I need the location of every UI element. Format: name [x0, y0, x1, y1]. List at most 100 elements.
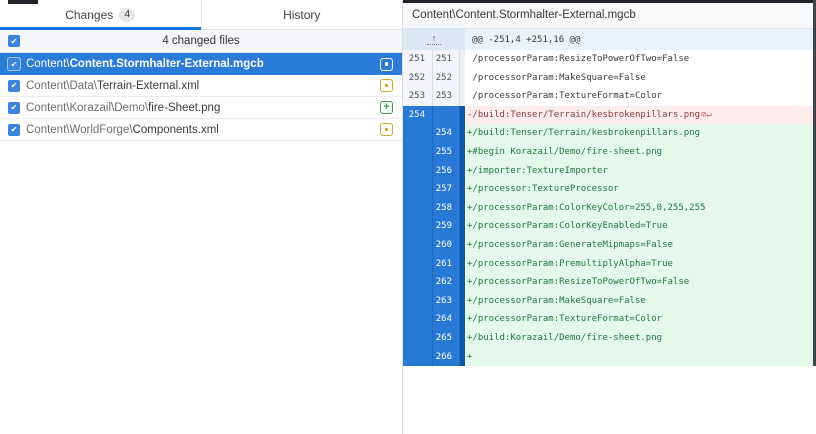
- new-line-number: 257: [433, 180, 460, 199]
- eol-markers-icon: [673, 259, 674, 269]
- code-text: +/processorParam:TextureFormat=Color: [467, 314, 662, 324]
- code-line: +/processorParam:PremultiplyAlpha=True: [465, 255, 816, 274]
- diff-line: 263 +/processorParam:MakeSquare=False: [403, 292, 816, 311]
- expand-hunk-button[interactable]: ↑: [403, 29, 465, 50]
- file-checkbox[interactable]: ✔: [8, 80, 20, 92]
- code-line: +/processorParam:GenerateMipmaps=False: [465, 236, 816, 255]
- diff-lines: 251 251 /processorParam:ResizeToPowerOfT…: [403, 50, 816, 366]
- modified-status-icon: [380, 79, 393, 92]
- file-path: Content\Data\Terrain-External.xml: [26, 80, 199, 92]
- new-line-number: 263: [433, 292, 460, 311]
- code-text: +#begin Korazail/Demo/fire-sheet.png: [467, 147, 662, 157]
- file-checkbox[interactable]: ✔: [8, 124, 20, 136]
- eol-markers-icon: [662, 91, 663, 101]
- code-text: +/processorParam:GenerateMipmaps=False: [467, 240, 673, 250]
- changed-files-count: 4 changed files: [0, 30, 402, 52]
- new-line-number: 262: [433, 273, 460, 292]
- new-line-number: 253: [433, 87, 460, 106]
- select-all-checkbox[interactable]: ✔: [8, 35, 20, 47]
- eol-markers-icon: [689, 54, 690, 64]
- changed-files-summary[interactable]: ✔ 4 changed files: [0, 30, 402, 53]
- new-line-number: 265: [433, 329, 460, 348]
- diff-line: 256 +/importer:TextureImporter: [403, 162, 816, 181]
- code-line: /processorParam:ResizeToPowerOfTwo=False: [465, 50, 816, 69]
- eol-markers-icon: [662, 314, 663, 324]
- new-line-number: [433, 106, 460, 125]
- code-text: +/processorParam:ResizeToPowerOfTwo=Fals…: [467, 277, 689, 287]
- eol-markers-icon: [705, 203, 706, 213]
- diff-line: 260 +/processorParam:GenerateMipmaps=Fal…: [403, 236, 816, 255]
- old-line-number: [403, 143, 433, 162]
- diff-line: 264 +/processorParam:TextureFormat=Color: [403, 310, 816, 329]
- old-line-number: [403, 162, 433, 181]
- eol-markers-icon: [673, 240, 674, 250]
- file-row[interactable]: ✔ Content\Content.Stormhalter-External.m…: [0, 53, 402, 75]
- new-line-number: 259: [433, 217, 460, 236]
- file-name: Terrain-External.xml: [97, 80, 199, 92]
- old-line-number: [403, 329, 433, 348]
- old-line-number: 252: [403, 69, 433, 88]
- old-line-number: [403, 273, 433, 292]
- tab-history-label: History: [283, 8, 320, 22]
- file-list: ✔ Content\Content.Stormhalter-External.m…: [0, 53, 402, 141]
- eol-markers-icon: [667, 221, 668, 231]
- code-text: +/processorParam:MakeSquare=False: [467, 296, 646, 306]
- eol-markers-icon: [662, 147, 663, 157]
- eol-markers-icon: [689, 277, 690, 287]
- old-line-number: [403, 255, 433, 274]
- code-line: +/build:Tenser/Terrain/kesbrokenpillars.…: [465, 124, 816, 143]
- expand-up-icon[interactable]: ↑: [427, 34, 442, 45]
- file-directory: Content\WorldForge\: [26, 124, 133, 136]
- file-name: fire-Sheet.png: [148, 102, 220, 114]
- eol-markers-icon: [662, 333, 663, 343]
- tab-changes[interactable]: Changes 4: [0, 0, 201, 29]
- eol-markers-icon: [608, 166, 609, 176]
- file-directory: Content\: [26, 58, 69, 70]
- file-checkbox[interactable]: ✔: [8, 58, 20, 70]
- code-line: +/processorParam:ResizeToPowerOfTwo=Fals…: [465, 273, 816, 292]
- code-text: /processorParam:TextureFormat=Color: [467, 91, 662, 101]
- old-line-number: [403, 217, 433, 236]
- old-line-number: [403, 199, 433, 218]
- changes-sidebar: Changes 4 History ✔ 4 changed files ✔ Co…: [0, 0, 403, 434]
- file-name: Content.Stormhalter-External.mgcb: [69, 58, 263, 70]
- code-text: /processorParam:MakeSquare=False: [467, 73, 646, 83]
- old-line-number: [403, 236, 433, 255]
- code-text: +/processorParam:ColorKeyColor=255,0,255…: [467, 203, 705, 213]
- new-line-number: 261: [433, 255, 460, 274]
- new-line-number: 255: [433, 143, 460, 162]
- diff-line: 254 -/build:Tenser/Terrain/kesbrokenpill…: [403, 106, 816, 125]
- code-line: +/importer:TextureImporter: [465, 162, 816, 181]
- code-text: +/processorParam:ColorKeyEnabled=True: [467, 221, 667, 231]
- file-row[interactable]: ✔ Content\Data\Terrain-External.xml: [0, 75, 402, 97]
- diff-line: 265 +/build:Korazail/Demo/fire-sheet.png: [403, 329, 816, 348]
- modified-status-icon: [380, 123, 393, 136]
- diff-line: 257 +/processor:TextureProcessor: [403, 180, 816, 199]
- hunk-header-row: ↑ @@ -251,4 +251,16 @@: [403, 29, 816, 50]
- diff-line: 252 252 /processorParam:MakeSquare=False: [403, 69, 816, 88]
- code-line: +/processorParam:ColorKeyColor=255,0,255…: [465, 199, 816, 218]
- tab-bar: Changes 4 History: [0, 0, 402, 30]
- new-line-number: 251: [433, 50, 460, 69]
- scrollbar-strip[interactable]: [813, 0, 816, 366]
- old-line-number: [403, 180, 433, 199]
- code-text: +/build:Korazail/Demo/fire-sheet.png: [467, 333, 662, 343]
- file-path: Content\Korazail\Demo\fire-Sheet.png: [26, 102, 220, 114]
- diff-line: 255 +#begin Korazail/Demo/fire-sheet.png: [403, 143, 816, 162]
- tab-history[interactable]: History: [201, 0, 403, 29]
- eol-markers-icon: [619, 184, 620, 194]
- diff-line: 262 +/processorParam:ResizeToPowerOfTwo=…: [403, 273, 816, 292]
- new-line-number: 254: [433, 124, 460, 143]
- code-line: -/build:Tenser/Terrain/kesbrokenpillars.…: [465, 106, 816, 125]
- code-text: -/build:Tenser/Terrain/kesbrokenpillars.…: [467, 110, 700, 120]
- code-text: +/build:Tenser/Terrain/kesbrokenpillars.…: [467, 128, 700, 138]
- code-line: /processorParam:TextureFormat=Color: [465, 87, 816, 106]
- file-row[interactable]: ✔ Content\Korazail\Demo\fire-Sheet.png: [0, 97, 402, 119]
- old-line-number: [403, 348, 433, 367]
- code-text: +/importer:TextureImporter: [467, 166, 608, 176]
- file-row[interactable]: ✔ Content\WorldForge\Components.xml: [0, 119, 402, 141]
- code-line: +#begin Korazail/Demo/fire-sheet.png: [465, 143, 816, 162]
- eol-markers-icon: [472, 352, 473, 362]
- code-text: +/processorParam:PremultiplyAlpha=True: [467, 259, 673, 269]
- file-checkbox[interactable]: ✔: [8, 102, 20, 114]
